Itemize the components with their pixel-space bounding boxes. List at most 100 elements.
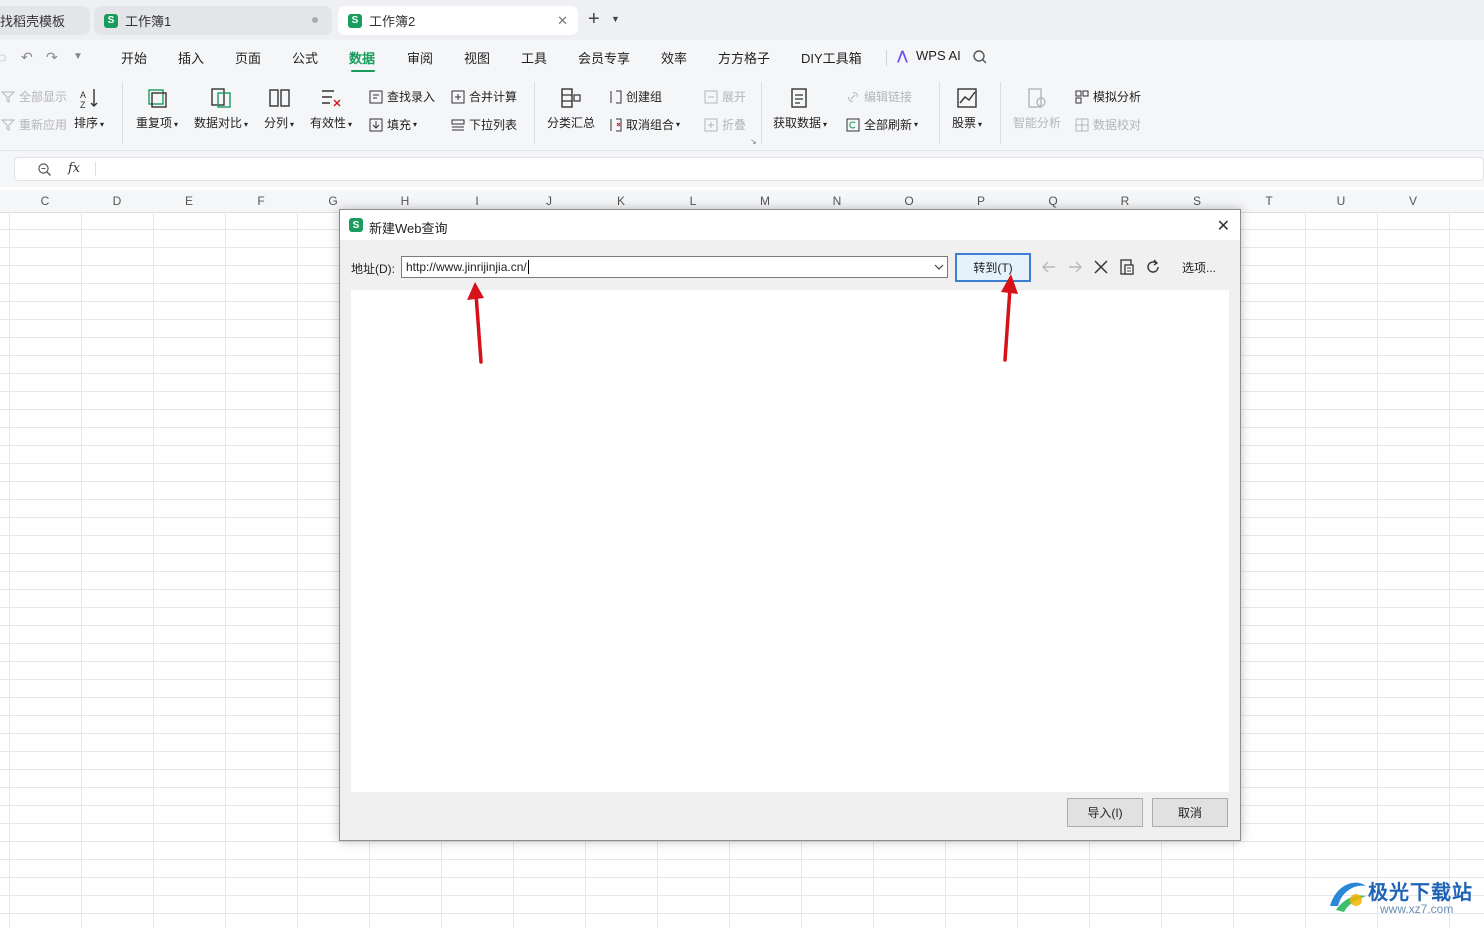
column-header-i[interactable]: I: [441, 194, 513, 208]
address-value: http://www.jinrijinjia.cn/: [406, 260, 527, 274]
column-header-c[interactable]: C: [9, 194, 81, 208]
data-check-button[interactable]: 数据校对: [1074, 116, 1141, 133]
fill-button[interactable]: 填充 ▾: [368, 116, 417, 133]
column-header-h[interactable]: H: [369, 194, 441, 208]
what-if-analysis-button[interactable]: 模拟分析: [1074, 88, 1141, 105]
save-query-icon[interactable]: [1118, 258, 1136, 276]
column-header-r[interactable]: R: [1089, 194, 1161, 208]
column-header-f[interactable]: F: [225, 194, 297, 208]
fx-icon[interactable]: fx: [68, 161, 80, 176]
address-dropdown-button[interactable]: [930, 257, 948, 277]
subtotal-button[interactable]: 分类汇总: [547, 86, 595, 131]
menu-view[interactable]: 视图: [464, 48, 490, 67]
dialog-launcher-icon[interactable]: ↘: [750, 137, 757, 146]
tab-workbook1[interactable]: S 工作簿1: [94, 6, 332, 35]
subtotal-icon: [561, 88, 581, 108]
menu-tools[interactable]: 工具: [521, 48, 547, 67]
dropdown-list-button[interactable]: 下拉列表: [450, 116, 517, 133]
menu-ffgz[interactable]: 方方格子: [718, 48, 770, 67]
validity-button[interactable]: 有效性 ▾: [310, 86, 352, 131]
collapse-button[interactable]: 折叠: [703, 116, 746, 133]
chevron-down-icon[interactable]: ▼: [73, 51, 83, 62]
menu-data[interactable]: 数据: [349, 48, 375, 67]
menu-start[interactable]: 开始: [121, 48, 147, 67]
column-header-s[interactable]: S: [1161, 194, 1233, 208]
column-header-k[interactable]: K: [585, 194, 657, 208]
lookup-entry-label: 查找录入: [387, 90, 436, 104]
new-tab-icon[interactable]: +: [588, 8, 600, 31]
edit-links-button[interactable]: 编辑链接: [845, 88, 912, 105]
undo-icon[interactable]: ↶: [21, 49, 33, 66]
aurora-logo-icon: [1330, 882, 1366, 912]
column-header-u[interactable]: U: [1305, 194, 1377, 208]
stop-icon[interactable]: [1092, 258, 1110, 276]
redo-icon[interactable]: ↷: [46, 49, 58, 66]
address-input[interactable]: http://www.jinrijinjia.cn/​: [401, 256, 948, 278]
menu-page[interactable]: 页面: [235, 48, 261, 67]
cancel-button[interactable]: 取消: [1152, 798, 1228, 827]
column-header-n[interactable]: N: [801, 194, 873, 208]
get-data-button[interactable]: 获取数据 ▾: [773, 86, 827, 131]
menu-diy-toolbox[interactable]: DIY工具箱: [801, 48, 862, 67]
refresh-all-button[interactable]: 全部刷新 ▾: [845, 116, 918, 133]
split-column-button[interactable]: 分列 ▾: [264, 86, 294, 131]
create-group-label: 创建组: [626, 90, 663, 104]
column-header-j[interactable]: J: [513, 194, 585, 208]
wps-ai-button[interactable]: WPS AI: [916, 48, 961, 63]
column-header-p[interactable]: P: [945, 194, 1017, 208]
sort-button[interactable]: AZ 排序 ▾: [74, 86, 104, 131]
sort-icon: AZ: [80, 89, 98, 110]
duplicates-icon: [148, 89, 167, 108]
tab-template[interactable]: 找稻壳模板: [0, 6, 90, 35]
formula-input[interactable]: fx: [14, 157, 1484, 181]
validity-label: 有效性: [310, 116, 347, 130]
lookup-entry-button[interactable]: 查找录入: [368, 88, 435, 105]
compare-icon: [211, 88, 231, 108]
compare-button[interactable]: 数据对比 ▾: [194, 86, 248, 131]
search-icon[interactable]: [972, 49, 988, 65]
column-header-v[interactable]: V: [1377, 194, 1449, 208]
search-icon[interactable]: ◌: [0, 49, 6, 65]
menu-review[interactable]: 审阅: [407, 48, 433, 67]
reapply-button[interactable]: 重新应用: [0, 116, 67, 133]
column-header-m[interactable]: M: [729, 194, 801, 208]
chevron-down-icon[interactable]: ▼: [611, 14, 620, 24]
expand-button[interactable]: 展开: [703, 88, 746, 105]
split-label: 分列: [264, 116, 289, 130]
duplicates-button[interactable]: 重复项 ▾: [136, 86, 178, 131]
column-header-l[interactable]: L: [657, 194, 729, 208]
column-header-o[interactable]: O: [873, 194, 945, 208]
column-header-t[interactable]: T: [1233, 194, 1305, 208]
menu-member[interactable]: 会员专享: [578, 48, 630, 67]
options-button[interactable]: 选项...: [1182, 259, 1216, 276]
column-header-d[interactable]: D: [81, 194, 153, 208]
column-header-e[interactable]: E: [153, 194, 225, 208]
tab-workbook2[interactable]: S 工作簿2 ✕: [338, 6, 578, 35]
column-header-g[interactable]: G: [297, 194, 369, 208]
consolidate-button[interactable]: 合并计算: [450, 88, 517, 105]
svg-text:A: A: [80, 90, 86, 100]
formula-bar: fx: [0, 151, 1484, 187]
back-arrow-icon[interactable]: [1040, 258, 1058, 276]
column-header-q[interactable]: Q: [1017, 194, 1089, 208]
link-icon: [848, 91, 858, 102]
menu-formula[interactable]: 公式: [292, 48, 318, 67]
divider: [122, 82, 123, 144]
stocks-button[interactable]: 股票 ▾: [952, 86, 982, 131]
forward-arrow-icon[interactable]: [1066, 258, 1084, 276]
close-icon[interactable]: ✕: [1217, 216, 1230, 236]
create-group-button[interactable]: 创建组: [607, 88, 662, 105]
menu-bar: ◌ ↶ ↷ ▼ 开始 插入 页面 公式 数据 审阅 视图 工具 会员专享 效率 …: [0, 40, 1484, 74]
smart-analysis-button[interactable]: 智能分析: [1013, 86, 1061, 131]
show-all-button[interactable]: 全部显示: [0, 88, 67, 105]
zoom-icon[interactable]: [37, 162, 52, 177]
watermark-brand: 极光下载站: [1368, 882, 1473, 904]
ungroup-button[interactable]: 取消组合 ▾: [607, 116, 680, 133]
tab-label: 工作簿2: [369, 14, 416, 29]
refresh-icon[interactable]: [1144, 258, 1162, 276]
menu-insert[interactable]: 插入: [178, 48, 204, 67]
divider: [95, 162, 96, 176]
menu-efficiency[interactable]: 效率: [661, 48, 687, 67]
close-tab-icon[interactable]: ✕: [557, 13, 568, 29]
import-button[interactable]: 导入(I): [1067, 798, 1143, 827]
